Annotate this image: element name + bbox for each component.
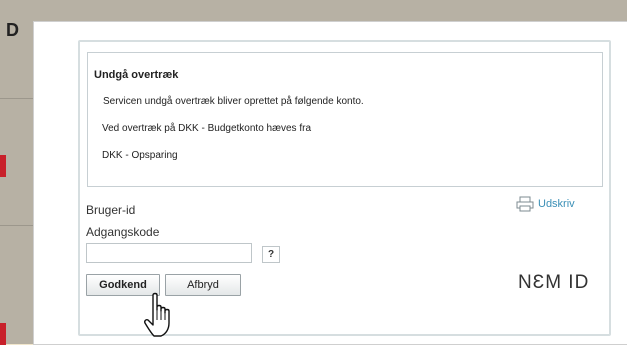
modal-header — [34, 22, 627, 40]
cancel-button[interactable]: Afbryd — [165, 274, 241, 296]
info-title: Undgå overtræk — [94, 69, 179, 81]
password-input[interactable] — [86, 243, 252, 263]
print-label: Udskriv — [538, 198, 575, 210]
hand-cursor-icon — [144, 292, 170, 337]
print-link[interactable]: Udskriv — [516, 196, 575, 212]
backdrop-red-marker — [0, 155, 6, 177]
printer-icon — [516, 196, 534, 212]
info-line: Servicen undgå overtræk bliver oprettet … — [103, 96, 364, 107]
user-id-label: Bruger-id — [86, 203, 136, 217]
modal-dialog: Undgå overtræk Servicen undgå overtræk b… — [34, 22, 627, 344]
nemid-logo: NƐM ID — [518, 272, 590, 293]
backdrop-heading: D — [6, 20, 19, 40]
info-line: Ved overtræk på DKK - Budgetkonto hæves … — [102, 123, 311, 134]
backdrop-red-marker — [0, 323, 6, 345]
info-line: DKK - Opsparing — [102, 150, 178, 161]
help-button[interactable]: ? — [262, 246, 280, 263]
info-box: Undgå overtræk Servicen undgå overtræk b… — [87, 52, 603, 187]
backdrop-divider — [0, 98, 34, 99]
password-label: Adgangskode — [86, 225, 160, 239]
backdrop-divider — [0, 225, 34, 226]
